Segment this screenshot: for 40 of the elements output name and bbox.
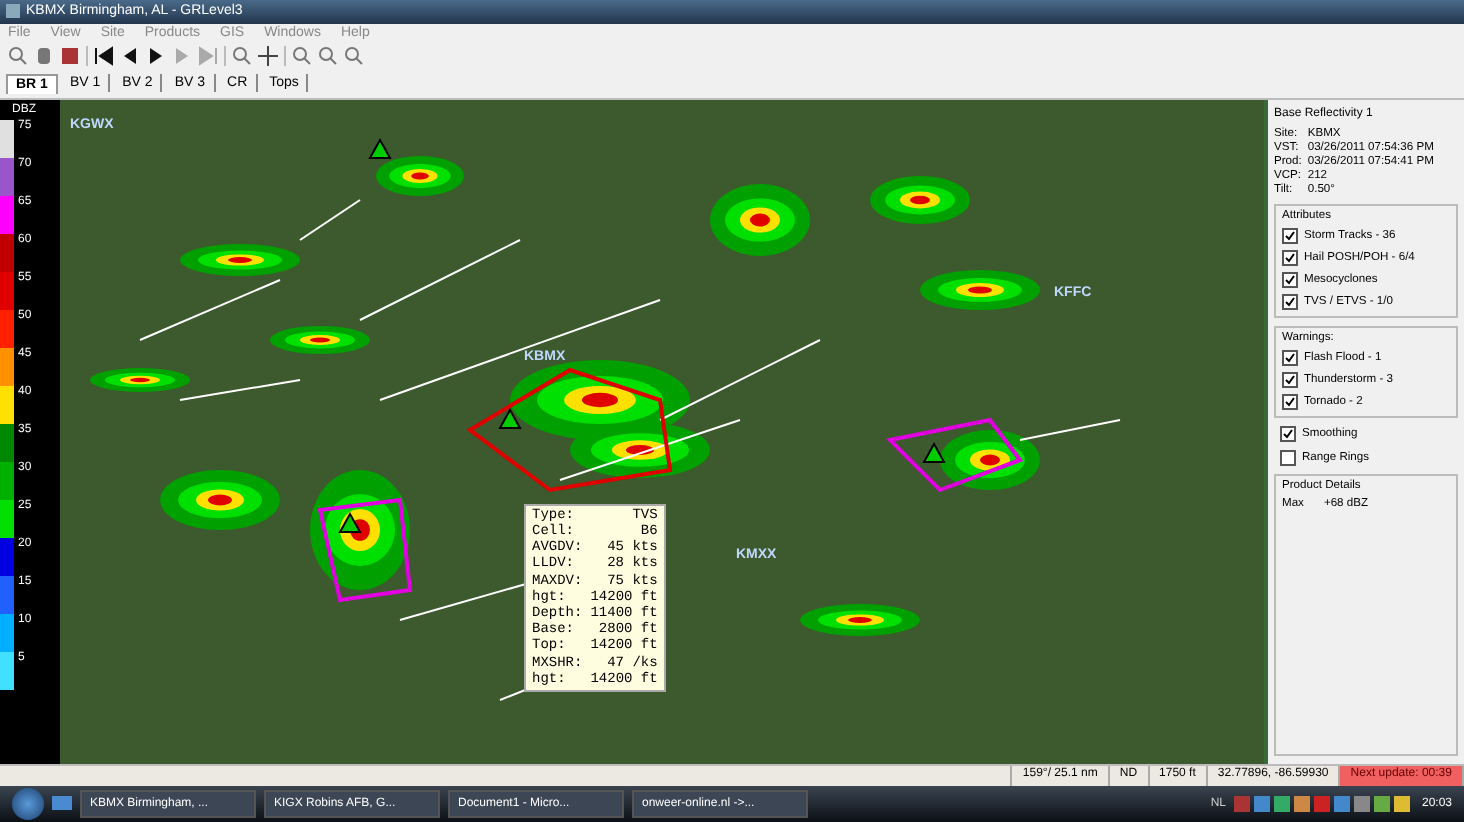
radar-echo — [570, 421, 710, 478]
radar-echo — [310, 469, 410, 590]
checkbox[interactable] — [1282, 371, 1298, 388]
checkbox[interactable] — [1280, 425, 1296, 442]
prev-icon[interactable] — [120, 46, 140, 67]
radar-echo — [940, 429, 1040, 490]
checkbox[interactable] — [1282, 349, 1298, 366]
desktop-icon[interactable] — [52, 796, 72, 813]
storm-track-line — [179, 378, 301, 401]
mesocyclone-icon — [338, 511, 362, 533]
radar-echo — [160, 469, 280, 530]
checkbox[interactable] — [1282, 249, 1298, 266]
checkbox[interactable] — [1280, 449, 1296, 466]
start-button[interactable] — [12, 788, 44, 821]
radar-echo — [920, 269, 1040, 310]
storm-track-line — [139, 278, 281, 341]
checkbox[interactable] — [1282, 271, 1298, 288]
storm-track-line — [1019, 418, 1121, 441]
move-icon[interactable] — [258, 46, 278, 67]
checkbox[interactable] — [1282, 227, 1298, 244]
radar-echo — [90, 367, 190, 392]
radar-echo — [270, 325, 370, 354]
radar-echo — [870, 175, 970, 224]
checkbox[interactable] — [1282, 393, 1298, 410]
zoom-icon[interactable] — [8, 46, 28, 67]
warning-polygon — [885, 417, 1024, 492]
checkbox[interactable] — [1282, 293, 1298, 310]
mesocyclone-icon — [368, 137, 392, 159]
mesocyclone-icon — [498, 407, 522, 429]
first-icon[interactable] — [94, 46, 114, 67]
tray-icons[interactable] — [1233, 796, 1414, 813]
radar-echo — [710, 183, 810, 256]
radar-echo — [800, 603, 920, 636]
zoom-in-icon[interactable] — [232, 46, 252, 67]
warning-polygon — [317, 497, 413, 602]
app-icon — [6, 4, 20, 19]
play-icon[interactable] — [146, 46, 166, 67]
radar-echo — [376, 155, 464, 196]
mesocyclone-icon — [922, 441, 946, 463]
radar-echo — [180, 243, 300, 276]
